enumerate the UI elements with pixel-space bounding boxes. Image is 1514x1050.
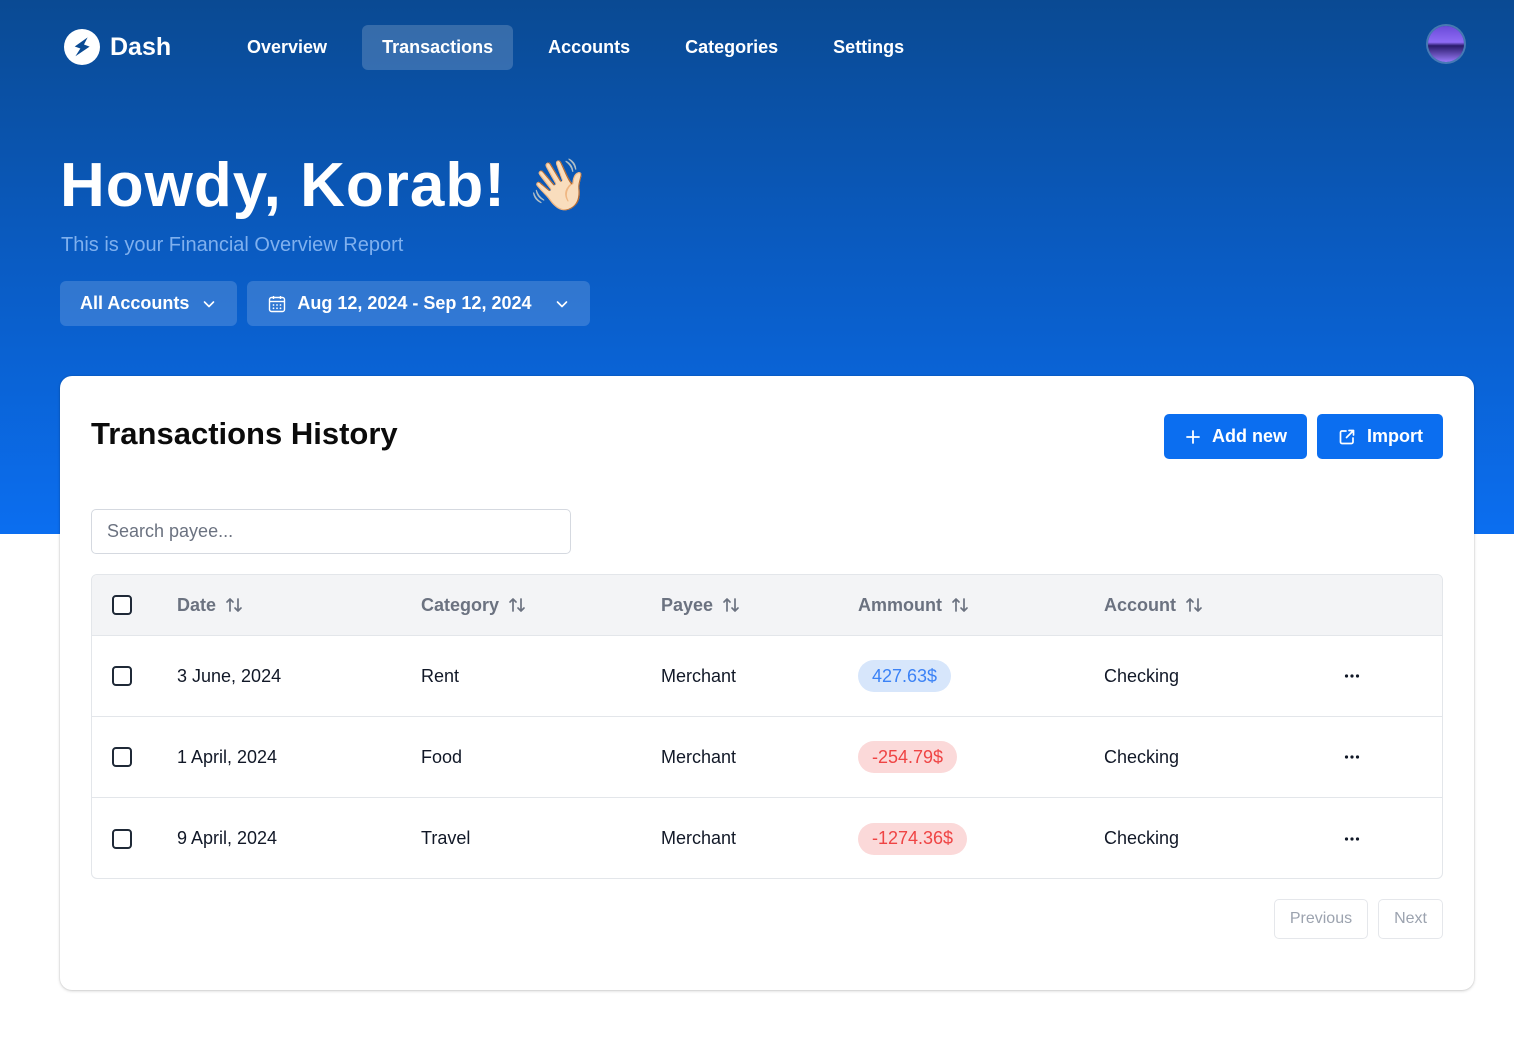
nav-links: Overview Transactions Accounts Categorie… (227, 25, 939, 70)
column-label: Payee (661, 594, 714, 615)
chevron-down-icon (201, 296, 217, 312)
sort-icon (1184, 595, 1204, 615)
chevron-down-icon (554, 296, 570, 312)
add-new-label: Add new (1212, 426, 1287, 446)
transactions-table: Date Category Payee Ammount Account 3 Ju… (91, 574, 1443, 879)
row-checkbox[interactable] (112, 747, 132, 767)
add-new-button[interactable]: Add new (1164, 414, 1307, 459)
sort-icon (507, 595, 527, 615)
greeting-heading: Howdy, Korab! 👋🏻 (60, 150, 591, 221)
cell-payee: Merchant (661, 746, 737, 767)
import-button[interactable]: Import (1317, 414, 1443, 459)
cell-account: Checking (1104, 828, 1180, 848)
date-range-picker[interactable]: Aug 12, 2024 - Sep 12, 2024 (247, 281, 590, 326)
table-row: 9 April, 2024 Travel Merchant -1274.36$ … (92, 798, 1442, 878)
cell-category: Travel (421, 828, 471, 848)
cell-account: Checking (1104, 746, 1180, 767)
filter-bar: All Accounts Aug 12, 2024 - Sep 12, 2024 (60, 281, 600, 326)
user-avatar[interactable] (1428, 26, 1464, 62)
column-label: Ammount (858, 594, 942, 615)
cell-payee: Merchant (661, 828, 737, 848)
row-checkbox[interactable] (112, 828, 132, 849)
more-horizontal-icon[interactable] (1340, 664, 1364, 688)
column-label: Category (421, 594, 500, 615)
cell-date: 9 April, 2024 (177, 828, 278, 848)
account-filter-label: All Accounts (80, 293, 190, 313)
greeting-text: Howdy, Korab! (60, 151, 506, 220)
row-actions-cell (1340, 636, 1364, 716)
date-range-label: Aug 12, 2024 - Sep 12, 2024 (297, 293, 532, 313)
amount-badge: 427.63$ (858, 660, 952, 692)
bolt-logo-icon (64, 29, 100, 65)
cell-account: Checking (1104, 665, 1180, 686)
app-name: Dash (110, 32, 172, 61)
cell-category: Food (421, 746, 463, 767)
column-header-account[interactable]: Account (1104, 575, 1204, 635)
search-payee-input[interactable] (91, 509, 571, 554)
column-header-date[interactable]: Date (177, 575, 244, 635)
nav-link-overview[interactable]: Overview (227, 25, 347, 70)
row-checkbox[interactable] (112, 666, 132, 686)
account-filter-dropdown[interactable]: All Accounts (60, 281, 238, 326)
external-link-icon (1337, 427, 1357, 447)
table-header-row: Date Category Payee Ammount Account (92, 575, 1442, 636)
table-row: 3 June, 2024 Rent Merchant 427.63$ Check… (92, 636, 1442, 717)
row-select-cell (112, 717, 132, 797)
row-select-cell (112, 636, 132, 716)
column-label: Date (177, 594, 217, 615)
cell-amount: -254.79$ (858, 717, 958, 797)
top-nav: Dash Overview Transactions Accounts Cate… (0, 0, 1514, 95)
cell-category: Rent (421, 665, 460, 686)
pagination: Previous Next (1264, 899, 1443, 939)
transactions-card: Transactions History Add new Import Sear… (60, 376, 1474, 990)
column-header-payee[interactable]: Payee (661, 575, 741, 635)
column-label: Account (1104, 594, 1176, 615)
app-logo[interactable]: Dash (64, 29, 171, 65)
cell-date: 3 June, 2024 (177, 665, 282, 686)
next-page-button[interactable]: Next (1378, 899, 1443, 939)
column-header-amount[interactable]: Ammount (858, 575, 970, 635)
sort-icon (950, 595, 970, 615)
nav-link-settings[interactable]: Settings (813, 25, 924, 70)
nav-link-accounts[interactable]: Accounts (528, 25, 650, 70)
calendar-icon (267, 294, 287, 314)
nav-link-transactions[interactable]: Transactions (362, 25, 514, 70)
plus-icon (1184, 428, 1202, 446)
page-subtitle: This is your Financial Overview Report (61, 234, 404, 256)
cell-amount: 427.63$ (858, 636, 952, 716)
sort-icon (721, 595, 741, 615)
wave-emoji: 👋🏻 (527, 157, 592, 213)
row-actions-cell (1340, 717, 1364, 797)
previous-page-button[interactable]: Previous (1273, 899, 1369, 939)
cell-payee: Merchant (661, 665, 737, 686)
import-label: Import (1367, 426, 1423, 446)
cell-date: 1 April, 2024 (177, 746, 278, 767)
card-title: Transactions History (91, 416, 398, 451)
row-actions-cell (1340, 798, 1364, 878)
card-actions: Add new Import (1154, 414, 1443, 459)
amount-badge: -1274.36$ (858, 822, 968, 855)
more-horizontal-icon[interactable] (1340, 827, 1364, 851)
sort-icon (224, 595, 244, 615)
row-select-cell (112, 798, 132, 878)
select-all-cell (112, 575, 132, 635)
more-horizontal-icon[interactable] (1340, 745, 1364, 769)
table-row: 1 April, 2024 Food Merchant -254.79$ Che… (92, 717, 1442, 798)
select-all-checkbox[interactable] (112, 595, 132, 615)
column-header-category[interactable]: Category (421, 575, 527, 635)
cell-amount: -1274.36$ (858, 798, 968, 878)
amount-badge: -254.79$ (858, 741, 958, 773)
nav-link-categories[interactable]: Categories (665, 25, 798, 70)
